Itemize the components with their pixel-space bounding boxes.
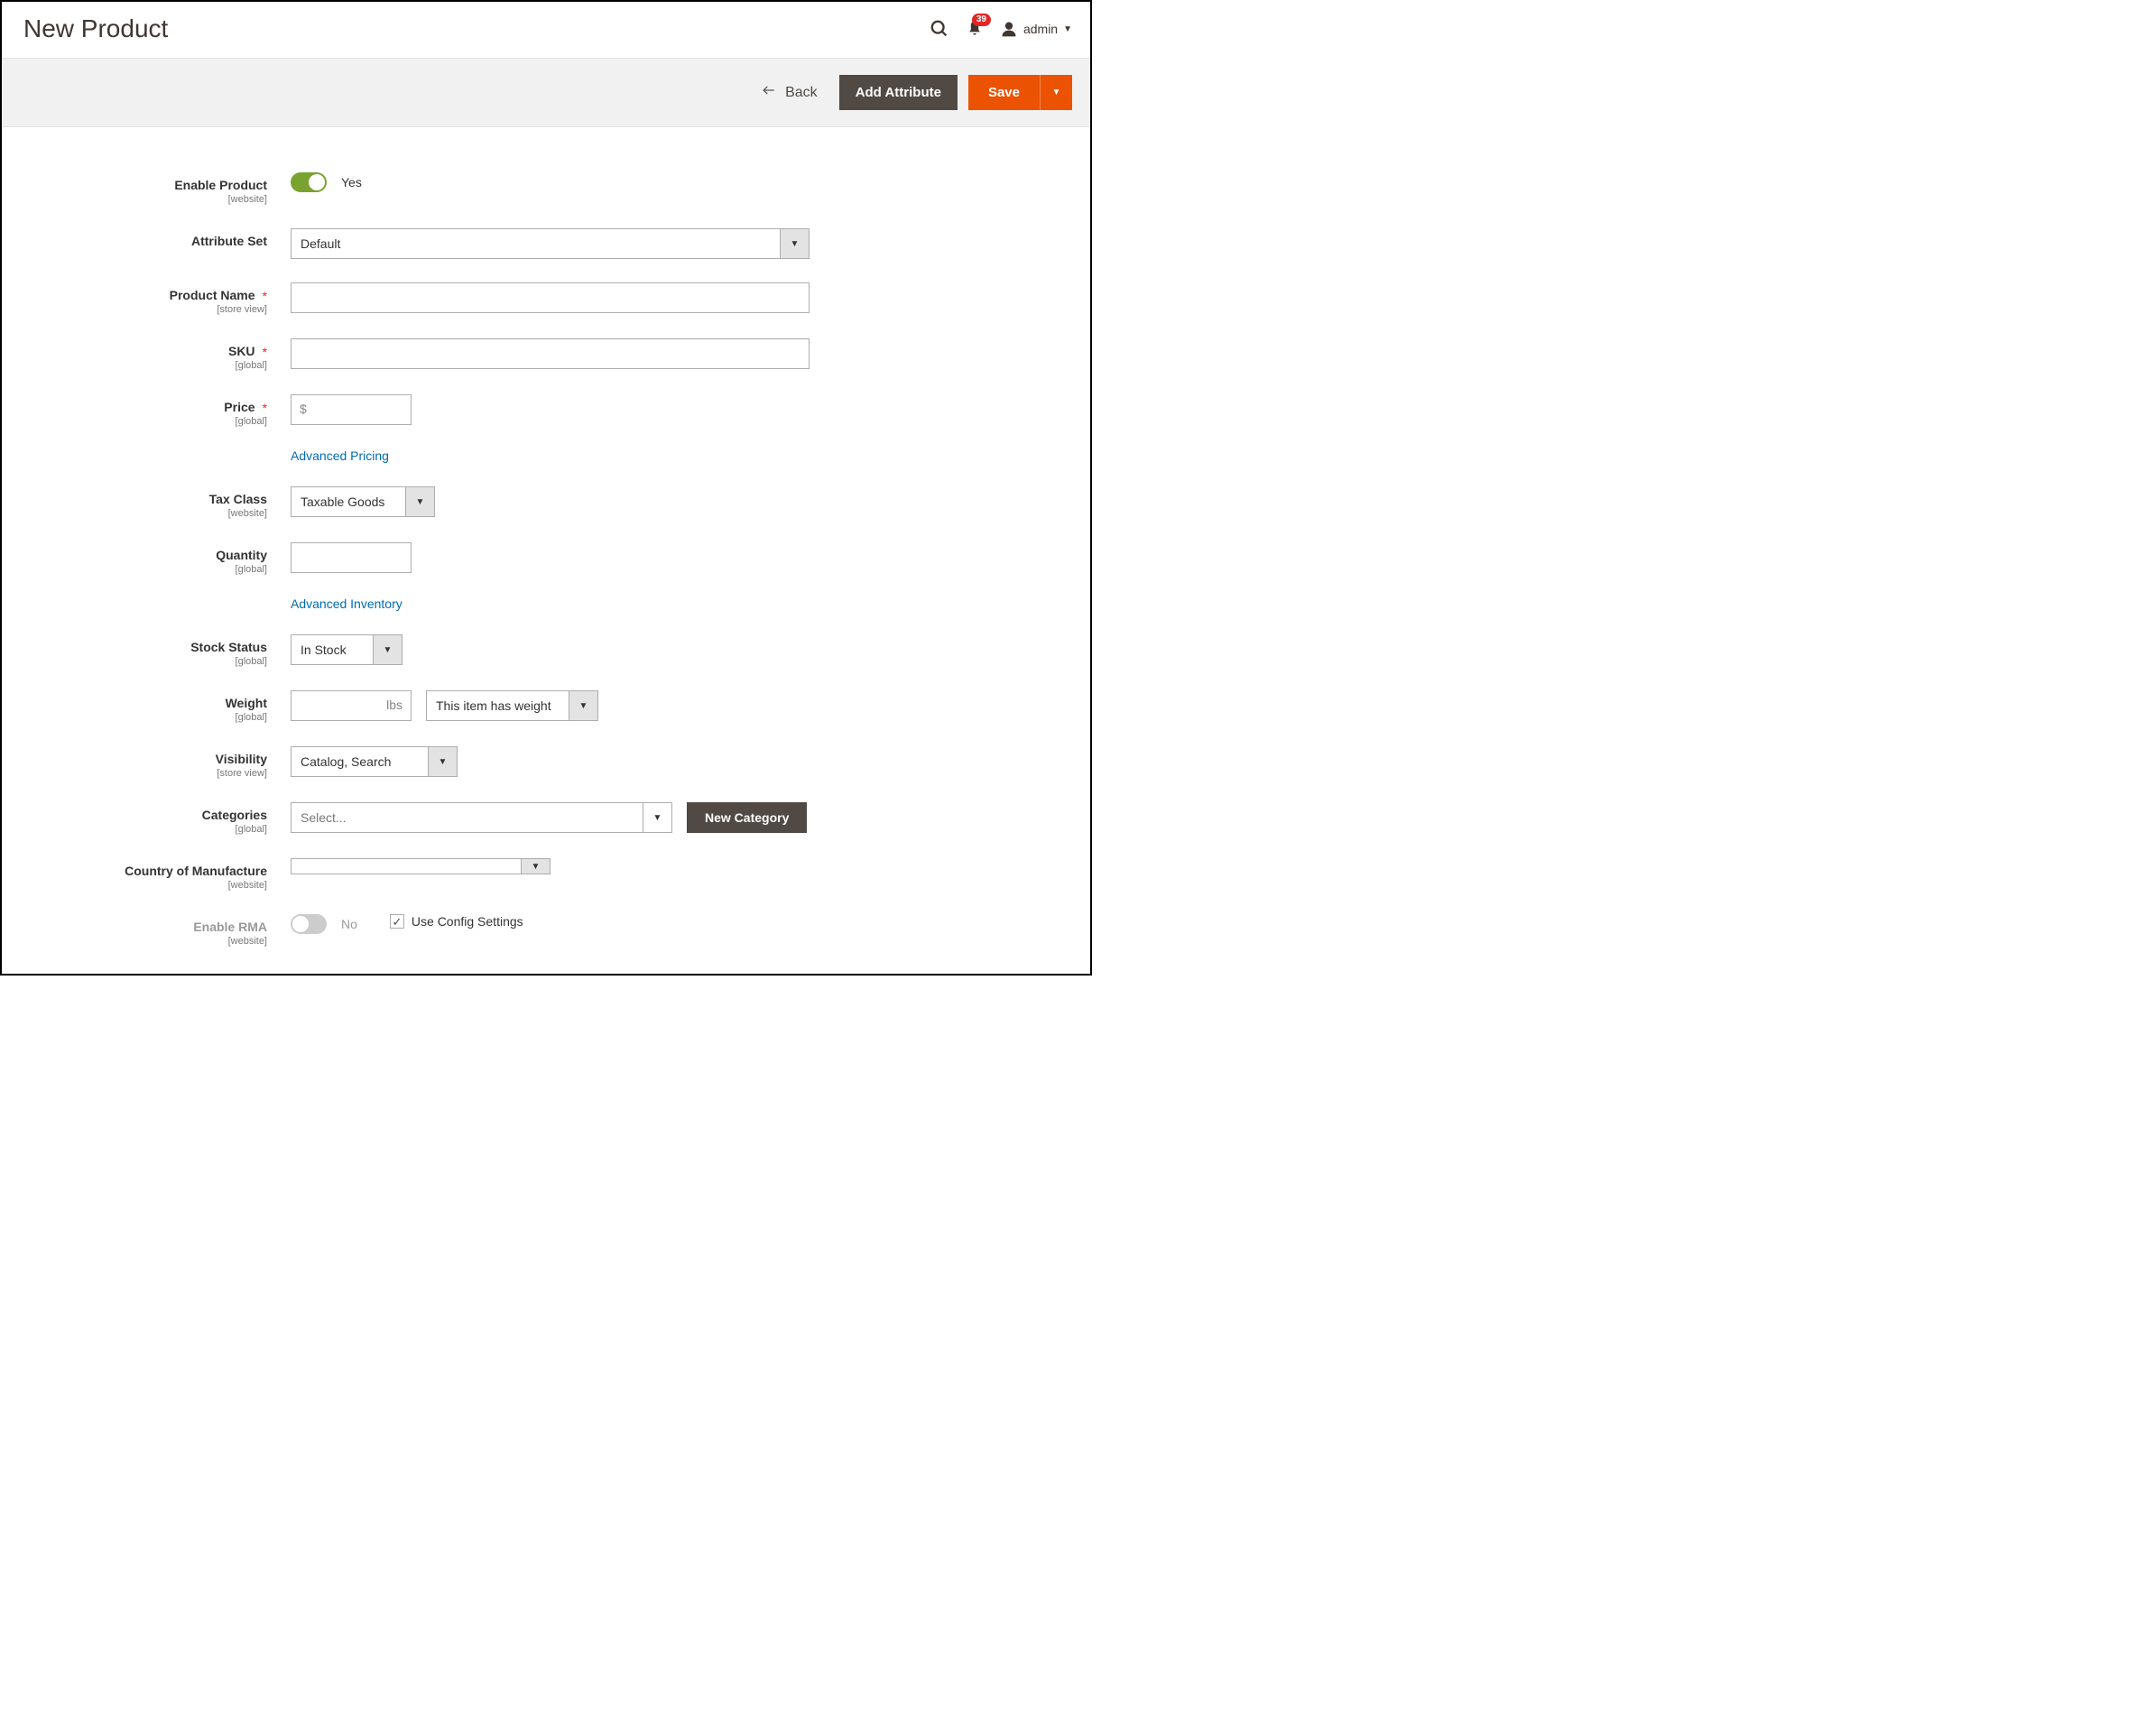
add-attribute-button[interactable]: Add Attribute (839, 75, 958, 110)
search-icon[interactable] (930, 19, 949, 39)
chevron-down-icon: ▼ (439, 757, 448, 767)
quantity-input[interactable] (291, 542, 412, 573)
weight-label: Weight (226, 696, 267, 710)
price-label: Price (224, 400, 254, 414)
notification-badge: 39 (972, 14, 991, 26)
page-title: New Product (23, 14, 930, 43)
chevron-down-icon: ▼ (791, 239, 800, 249)
advanced-inventory-link[interactable]: Advanced Inventory (291, 596, 403, 611)
scope-label: [website] (20, 194, 267, 205)
scope-label: [website] (20, 936, 267, 947)
arrow-left-icon (762, 84, 776, 101)
attribute-set-select[interactable]: Default ▼ (291, 228, 810, 259)
scope-label: [global] (20, 416, 267, 427)
enable-product-value: Yes (341, 172, 362, 192)
chevron-down-icon: ▼ (532, 862, 541, 872)
visibility-select[interactable]: Catalog, Search ▼ (291, 746, 458, 777)
scope-label: [global] (20, 712, 267, 723)
enable-rma-toggle (291, 914, 327, 934)
country-label: Country of Manufacture (125, 864, 267, 878)
enable-rma-label: Enable RMA (193, 920, 267, 934)
categories-placeholder: Select... (291, 803, 643, 832)
has-weight-value: This item has weight (427, 691, 569, 720)
enable-product-toggle[interactable] (291, 172, 327, 192)
required-indicator: * (263, 289, 267, 303)
attribute-set-label: Attribute Set (191, 234, 267, 248)
visibility-value: Catalog, Search (291, 747, 428, 776)
scope-label: [global] (20, 656, 267, 667)
scope-label: [global] (20, 824, 267, 835)
scope-label: [store view] (20, 768, 267, 779)
user-name-label: admin (1023, 22, 1058, 36)
scope-label: [website] (20, 880, 267, 891)
chevron-down-icon: ▼ (1052, 88, 1061, 97)
chevron-down-icon: ▼ (384, 645, 393, 655)
save-button[interactable]: Save (968, 75, 1040, 110)
quantity-label: Quantity (216, 548, 267, 562)
price-input[interactable] (291, 394, 412, 425)
use-config-label: Use Config Settings (412, 914, 523, 929)
chevron-down-icon: ▼ (416, 497, 425, 507)
chevron-down-icon: ▼ (579, 701, 588, 711)
categories-label: Categories (202, 808, 267, 822)
new-category-button[interactable]: New Category (687, 802, 807, 833)
tax-class-value: Taxable Goods (291, 487, 405, 516)
product-name-label: Product Name (170, 288, 255, 302)
country-value (291, 859, 521, 874)
chevron-down-icon: ▼ (1063, 24, 1072, 34)
advanced-pricing-link[interactable]: Advanced Pricing (291, 448, 389, 463)
tax-class-select[interactable]: Taxable Goods ▼ (291, 486, 435, 517)
use-config-checkbox[interactable] (390, 914, 404, 929)
back-button[interactable]: Back (762, 84, 818, 101)
user-menu[interactable]: admin ▼ (1000, 20, 1072, 38)
currency-symbol: $ (300, 402, 307, 416)
weight-unit: lbs (386, 698, 403, 712)
save-dropdown-button[interactable]: ▼ (1040, 75, 1072, 110)
notifications-button[interactable]: 39 (966, 19, 984, 39)
tax-class-label: Tax Class (209, 492, 267, 506)
sku-label: SKU (228, 344, 255, 358)
has-weight-select[interactable]: This item has weight ▼ (426, 690, 598, 721)
scope-label: [website] (20, 508, 267, 519)
required-indicator: * (263, 401, 267, 415)
stock-status-value: In Stock (291, 635, 373, 664)
categories-select[interactable]: Select... ▼ (291, 802, 672, 833)
user-icon (1000, 20, 1018, 38)
sku-input[interactable] (291, 338, 810, 369)
scope-label: [global] (20, 360, 267, 371)
stock-status-select[interactable]: In Stock ▼ (291, 634, 403, 665)
enable-product-label: Enable Product (174, 178, 267, 192)
product-name-input[interactable] (291, 282, 810, 313)
required-indicator: * (263, 345, 267, 359)
visibility-label: Visibility (216, 752, 267, 766)
enable-rma-value: No (341, 914, 357, 934)
scope-label: [global] (20, 564, 267, 575)
stock-status-label: Stock Status (190, 640, 267, 654)
attribute-set-value: Default (291, 229, 780, 258)
country-select[interactable]: ▼ (291, 858, 551, 874)
scope-label: [store view] (20, 304, 267, 315)
back-label: Back (785, 85, 818, 101)
chevron-down-icon: ▼ (653, 813, 662, 823)
